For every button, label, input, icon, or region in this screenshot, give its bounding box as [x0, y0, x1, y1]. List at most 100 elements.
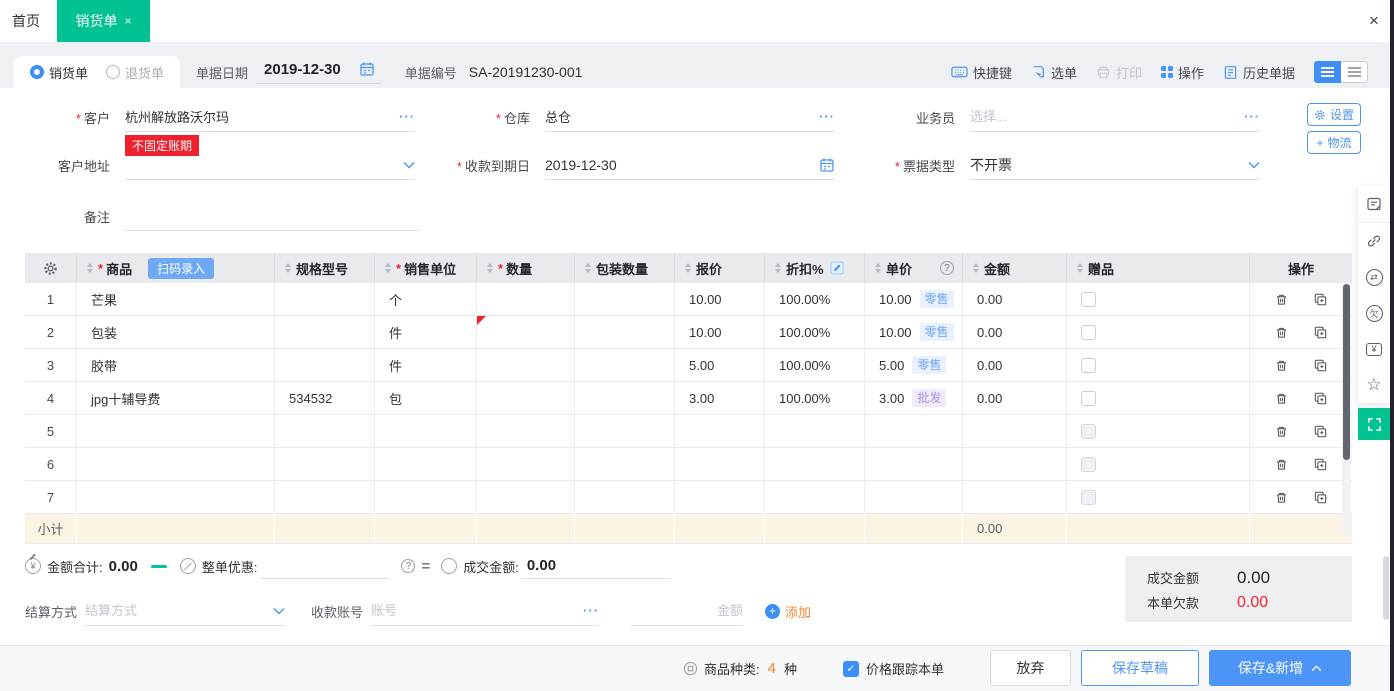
pick-order-button[interactable]: 选单: [1031, 63, 1077, 82]
cell-price[interactable]: 5.00零售: [865, 349, 963, 381]
copy-row-icon[interactable]: [1314, 359, 1327, 372]
cell-qty[interactable]: [477, 481, 575, 513]
sort-icon[interactable]: [875, 263, 881, 273]
cell-discount[interactable]: 100.00%: [765, 349, 865, 381]
cell-price[interactable]: 10.00零售: [865, 283, 963, 315]
cell-pkg[interactable]: [575, 415, 675, 447]
history-docs-button[interactable]: 历史单据: [1223, 63, 1295, 82]
cell-unit[interactable]: 件: [375, 349, 477, 381]
note-icon[interactable]: [1358, 186, 1390, 223]
address-input[interactable]: [125, 157, 403, 172]
cell-qty[interactable]: [477, 382, 575, 414]
save-and-new-button[interactable]: 保存&新增: [1209, 650, 1351, 686]
gift-checkbox[interactable]: [1081, 391, 1096, 406]
header-quote[interactable]: 报价: [675, 253, 765, 283]
cell-pkg[interactable]: [575, 283, 675, 315]
tab-close-icon[interactable]: ×: [124, 15, 131, 27]
gift-checkbox[interactable]: [1081, 325, 1096, 340]
cell-spec[interactable]: [275, 415, 375, 447]
sort-icon[interactable]: [1077, 263, 1083, 273]
transfer-icon[interactable]: ⇄: [1358, 259, 1390, 295]
copy-row-icon[interactable]: [1314, 491, 1327, 504]
delete-row-icon[interactable]: [1275, 425, 1288, 438]
customer-input[interactable]: [125, 109, 399, 124]
cell-spec[interactable]: [275, 349, 375, 381]
cell-quote[interactable]: 10.00: [675, 316, 765, 348]
table-scrollbar[interactable]: [1342, 284, 1351, 536]
sort-icon[interactable]: [487, 263, 493, 273]
sort-icon[interactable]: [973, 263, 979, 273]
cell-product[interactable]: 胶带: [77, 349, 275, 381]
cancel-button[interactable]: 放弃: [990, 650, 1071, 686]
salesman-more-icon[interactable]: ···: [1244, 109, 1260, 124]
radio-return-order[interactable]: 退货单: [106, 63, 164, 82]
cell-discount[interactable]: [765, 448, 865, 480]
cell-product[interactable]: 包装: [77, 316, 275, 348]
save-draft-button[interactable]: 保存草稿: [1081, 650, 1199, 686]
favorite-star-icon[interactable]: ☆: [1358, 367, 1390, 403]
cell-spec[interactable]: [275, 283, 375, 315]
cell-product[interactable]: [77, 481, 275, 513]
header-unit[interactable]: *销售单位: [375, 253, 477, 283]
radio-sales-order[interactable]: 销货单: [30, 63, 88, 82]
gift-checkbox[interactable]: [1081, 292, 1096, 307]
cell-spec[interactable]: [275, 481, 375, 513]
cell-unit[interactable]: [375, 448, 477, 480]
copy-row-icon[interactable]: [1314, 392, 1327, 405]
copy-row-icon[interactable]: [1314, 326, 1327, 339]
cell-qty[interactable]: [477, 349, 575, 381]
column-settings-button[interactable]: [25, 253, 77, 283]
logistics-button[interactable]: + 物流: [1307, 131, 1361, 154]
price-track-checkbox[interactable]: ✓: [843, 661, 859, 677]
sort-icon[interactable]: [87, 263, 93, 273]
price-track-option[interactable]: ✓ 价格跟踪本单: [843, 646, 944, 691]
cell-pkg[interactable]: [575, 349, 675, 381]
cell-amount[interactable]: [963, 448, 1067, 480]
cell-product[interactable]: 芒果: [77, 283, 275, 315]
cell-product[interactable]: jpg十辅导费: [77, 382, 275, 414]
header-discount[interactable]: 折扣%: [765, 253, 865, 283]
cell-quote[interactable]: [675, 448, 765, 480]
cell-quote[interactable]: [675, 481, 765, 513]
cell-qty[interactable]: [477, 316, 575, 348]
sort-icon[interactable]: [385, 263, 391, 273]
cell-qty[interactable]: [477, 283, 575, 315]
header-qty[interactable]: *数量: [477, 253, 575, 283]
voucher-icon[interactable]: ¥: [1358, 331, 1390, 367]
gift-checkbox[interactable]: [1081, 457, 1096, 472]
fullscreen-expand-button[interactable]: [1358, 408, 1390, 440]
cell-quote[interactable]: [675, 415, 765, 447]
card-view-toggle[interactable]: [1341, 61, 1368, 83]
cell-unit[interactable]: [375, 481, 477, 513]
account-input[interactable]: [371, 603, 583, 618]
scan-input-button[interactable]: 扫码录入: [148, 258, 214, 279]
cell-amount[interactable]: 0.00: [963, 316, 1067, 348]
copy-row-icon[interactable]: [1314, 425, 1327, 438]
cell-quote[interactable]: 10.00: [675, 283, 765, 315]
customer-more-icon[interactable]: ···: [399, 109, 415, 124]
attachment-link-icon[interactable]: [1358, 223, 1390, 259]
header-price[interactable]: 单价 ?: [865, 253, 963, 283]
add-payment-button[interactable]: + 添加: [765, 602, 811, 621]
copy-row-icon[interactable]: [1314, 293, 1327, 306]
cell-spec[interactable]: [275, 448, 375, 480]
table-scrollbar-thumb[interactable]: [1343, 284, 1350, 460]
cell-product[interactable]: [77, 415, 275, 447]
operate-button[interactable]: 操作: [1161, 63, 1204, 82]
remark-input[interactable]: [125, 208, 420, 223]
cell-spec[interactable]: 534532: [275, 382, 375, 414]
tab-home[interactable]: 首页: [0, 0, 52, 42]
shortcut-keys-button[interactable]: 快捷键: [951, 63, 1012, 82]
cell-price[interactable]: [865, 415, 963, 447]
print-button[interactable]: 打印: [1096, 63, 1142, 82]
delete-row-icon[interactable]: [1275, 458, 1288, 471]
cell-discount[interactable]: [765, 415, 865, 447]
cell-spec[interactable]: [275, 316, 375, 348]
sort-icon[interactable]: [685, 263, 691, 273]
header-spec[interactable]: 规格型号: [275, 253, 375, 283]
cell-pkg[interactable]: [575, 448, 675, 480]
debt-icon[interactable]: 欠: [1358, 295, 1390, 331]
header-pkg-qty[interactable]: 包装数量: [575, 253, 675, 283]
warehouse-input[interactable]: [545, 109, 819, 124]
account-more-icon[interactable]: ···: [583, 603, 599, 618]
